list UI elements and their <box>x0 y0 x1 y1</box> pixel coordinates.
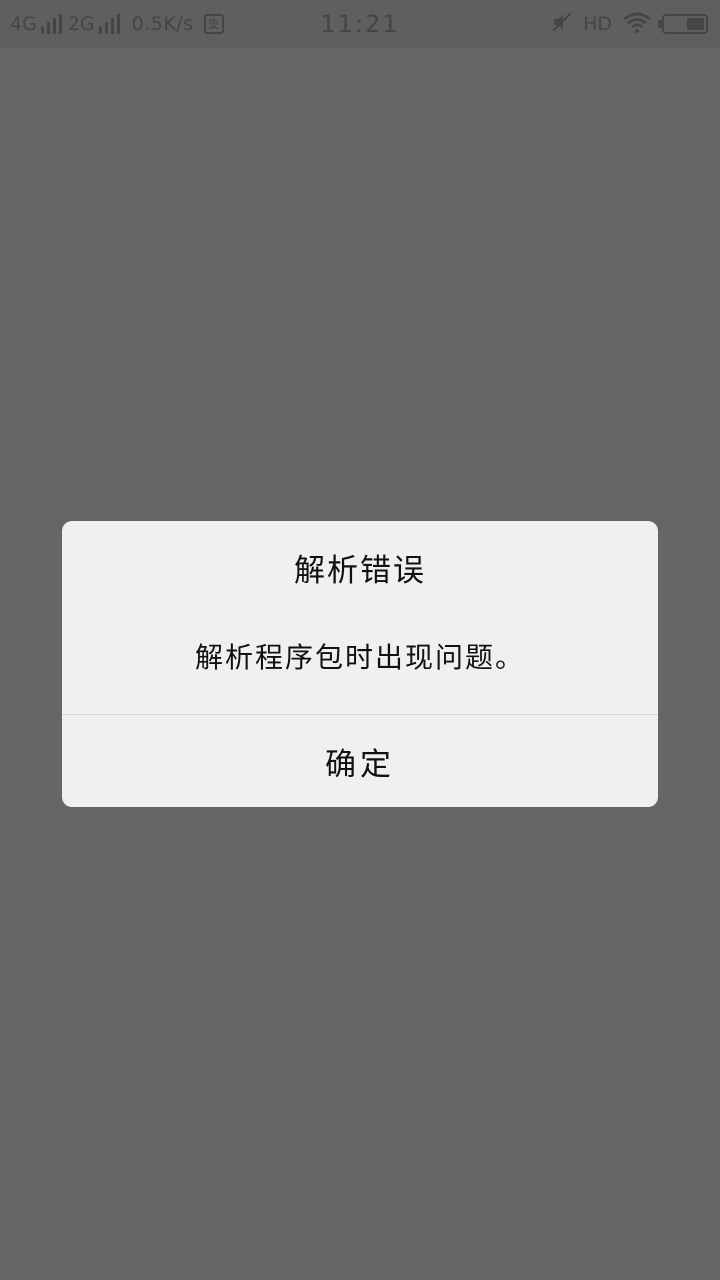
network-type-1: 4G <box>10 13 37 35</box>
dialog-title: 解析错误 <box>294 552 426 589</box>
app-notification-icon: 支 <box>203 14 224 34</box>
signal-2g: 2G <box>68 13 120 35</box>
network-type-2: 2G <box>67 13 95 35</box>
parse-error-dialog: 解析错误 解析程序包时出现问题。 确定 <box>62 521 658 807</box>
mute-icon <box>551 11 573 38</box>
wifi-icon <box>622 11 652 38</box>
network-speed: 0.5K/s <box>131 13 194 35</box>
status-left: 4G 2G 0.5K/s 支 <box>10 0 224 48</box>
signal-4g: 4G <box>10 13 62 35</box>
hd-label: HD <box>583 13 612 35</box>
signal-2g-icon <box>98 14 120 34</box>
ok-button[interactable]: 确定 <box>62 715 658 807</box>
battery-level <box>687 18 704 30</box>
status-right: HD <box>551 0 708 48</box>
signal-4g-icon <box>40 14 62 34</box>
status-bar: 4G 2G 0.5K/s 支 11:21 HD <box>0 0 720 48</box>
battery-icon <box>658 14 708 34</box>
dialog-message: 解析程序包时出现问题。 <box>194 641 525 674</box>
